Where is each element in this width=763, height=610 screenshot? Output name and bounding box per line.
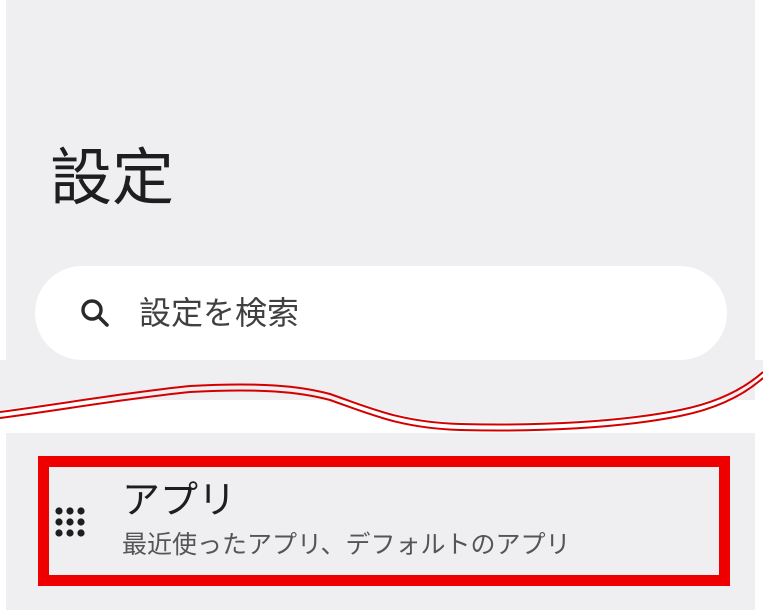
search-placeholder: 設定を検索 [139, 294, 300, 332]
list-item-title: アプリ [122, 478, 237, 522]
search-bar[interactable]: 設定を検索 [35, 266, 727, 360]
page-title: 設定 [50, 141, 175, 214]
apps-grid-icon [55, 507, 85, 537]
list-item-subtitle: 最近使ったアプリ、デフォルトのアプリ [122, 530, 571, 559]
search-icon [81, 299, 109, 327]
list-item-apps[interactable]: アプリ 最近使ったアプリ、デフォルトのアプリ [38, 456, 730, 586]
